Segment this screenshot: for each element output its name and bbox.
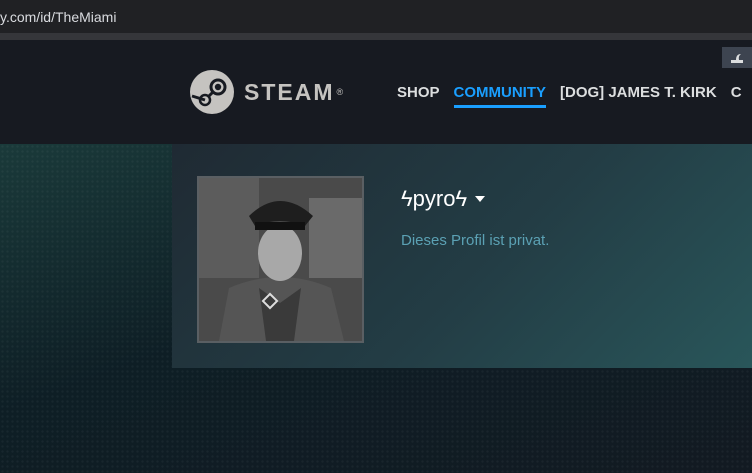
user-avatar (199, 178, 362, 341)
persona-name-row[interactable]: ϟpyroϟ (401, 186, 486, 212)
steam-logo[interactable]: STEAM ® (190, 70, 343, 114)
steam-global-header: STEAM ® SHOP COMMUNITY [DOG] JAMES T. KI… (0, 40, 752, 144)
install-steam-icon (731, 53, 743, 63)
profile-avatar[interactable] (197, 176, 364, 343)
browser-toolbar-divider (0, 33, 752, 40)
registered-mark: ® (336, 87, 344, 97)
nav-shop[interactable]: SHOP (397, 84, 440, 108)
persona-name: ϟpyroϟ (401, 186, 468, 211)
nav-chat[interactable]: C (731, 84, 742, 108)
steam-logo-icon (190, 70, 234, 114)
install-steam-button[interactable] (722, 47, 752, 68)
chevron-down-icon[interactable] (475, 196, 486, 202)
nav-user-profile[interactable]: [DOG] JAMES T. KIRK (560, 84, 717, 108)
steam-wordmark: STEAM (244, 78, 335, 105)
private-profile-message: Dieses Profil ist privat. (401, 232, 550, 249)
main-nav: SHOP COMMUNITY [DOG] JAMES T. KIRK C (397, 84, 752, 108)
nav-community[interactable]: COMMUNITY (453, 84, 547, 108)
url-text[interactable]: y.com/id/TheMiami (0, 9, 116, 25)
browser-address-bar[interactable]: y.com/id/TheMiami (0, 0, 752, 33)
profile-header: ϟpyroϟ Dieses Profil ist privat. (172, 144, 752, 368)
